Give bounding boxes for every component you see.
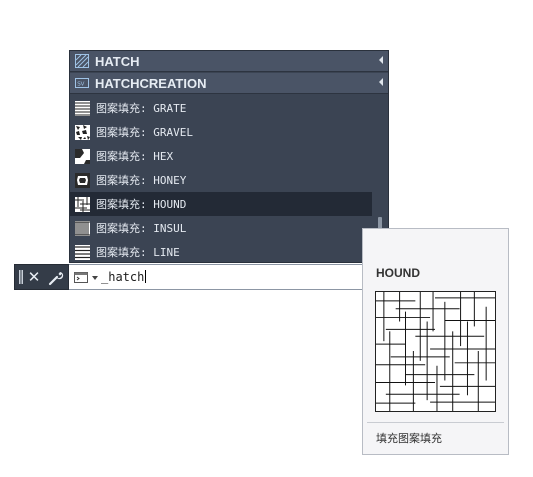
list-item-line[interactable]: 图案填充: LINE	[70, 240, 372, 264]
wrench-icon[interactable]	[48, 270, 64, 286]
list-item-hex[interactable]: 图案填充: HEX	[70, 144, 372, 168]
list-item-label: 图案填充: GRAVEL	[96, 126, 193, 139]
list-item-insul[interactable]: 图案填充: INSUL	[70, 216, 372, 240]
command-prompt-icon[interactable]	[74, 272, 88, 283]
drag-grip-icon[interactable]	[19, 270, 23, 284]
hound-pattern-icon	[75, 196, 90, 212]
list-item-label: 图案填充: LINE	[96, 246, 180, 259]
header-hatch[interactable]: HATCH	[70, 51, 388, 72]
expand-arrow-icon[interactable]	[379, 56, 383, 64]
autocomplete-dropdown: HATCH SV HATCHCREATION 图案填充: GRATE 图案填充:…	[69, 50, 389, 263]
tooltip-title: HOUND	[376, 266, 420, 280]
header-label: HATCH	[95, 53, 140, 69]
line-pattern-icon	[75, 244, 90, 260]
list-item-label: 图案填充: HONEY	[96, 174, 187, 187]
gravel-pattern-icon	[75, 124, 90, 140]
close-icon[interactable]: ✕	[27, 269, 41, 285]
tooltip-description: 填充图案填充	[376, 432, 442, 445]
hatch-command-icon	[75, 54, 89, 68]
header-hatchcreation[interactable]: SV HATCHCREATION	[70, 73, 388, 94]
list-item-label: 图案填充: GRATE	[96, 102, 187, 115]
list-item-honey[interactable]: 图案填充: HONEY	[70, 168, 372, 192]
list-item-label: 图案填充: HOUND	[96, 198, 187, 211]
header-label: HATCHCREATION	[95, 75, 207, 91]
hex-pattern-icon	[75, 148, 90, 164]
grate-pattern-icon	[75, 100, 90, 116]
tooltip-divider	[367, 422, 504, 423]
honey-pattern-icon	[75, 172, 90, 188]
list-item-hound[interactable]: 图案填充: HOUND	[70, 192, 372, 216]
command-input-text[interactable]: _hatch	[101, 270, 147, 284]
pattern-tooltip: HOUND 填充图案填充	[362, 228, 509, 455]
svg-text:SV: SV	[77, 82, 84, 88]
list-item-label: 图案填充: HEX	[96, 150, 174, 163]
list-item-gravel[interactable]: 图案填充: GRAVEL	[70, 120, 372, 144]
hound-pattern-preview	[375, 291, 496, 412]
list-item-grate[interactable]: 图案填充: GRATE	[70, 96, 372, 120]
insul-pattern-icon	[75, 220, 90, 236]
expand-arrow-icon[interactable]	[379, 78, 383, 86]
command-line-toolbar: ✕	[14, 264, 69, 290]
command-line-input[interactable]: _hatch	[69, 264, 364, 290]
text-cursor	[145, 270, 147, 283]
list-item-label: 图案填充: INSUL	[96, 222, 187, 235]
hatch-variable-icon: SV	[75, 78, 89, 88]
chevron-down-icon[interactable]	[92, 276, 98, 280]
